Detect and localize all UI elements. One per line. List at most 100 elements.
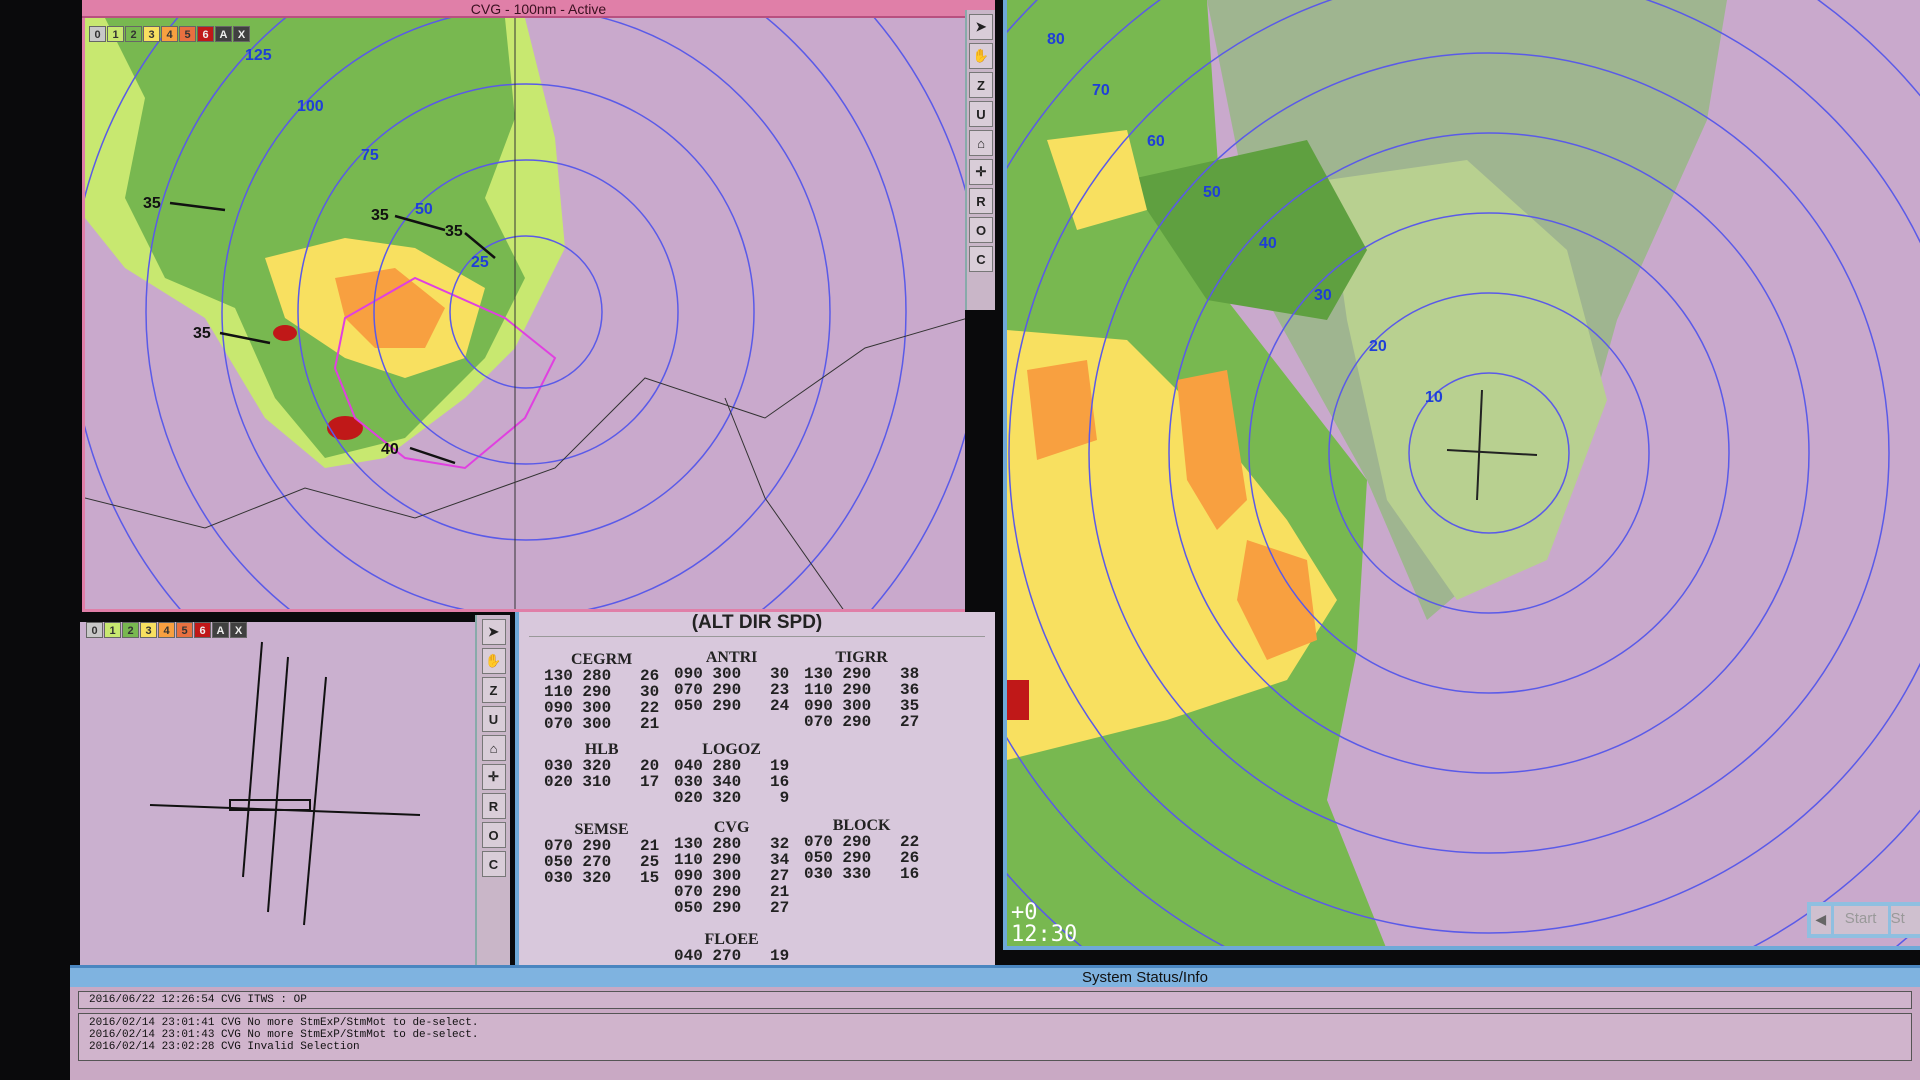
wind-row: 090 300 22: [544, 699, 660, 717]
level-1-button[interactable]: 1: [107, 26, 124, 42]
home-icon-button[interactable]: ⌂: [481, 735, 506, 761]
main-radar-map[interactable]: 125 100 75 50 25 35 35 35 35 40 0123456A…: [82, 18, 965, 612]
ring-label: 50: [1203, 184, 1221, 201]
level-A-button[interactable]: A: [215, 26, 232, 42]
level-5-button[interactable]: 5: [179, 26, 196, 42]
wind-group-logoz: LOGOZ 040 280 19 030 340 16 020 320 9: [674, 741, 790, 807]
storm-speed-label: 35: [193, 325, 211, 342]
main-radar-svg: 125 100 75 50 25 35 35 35 35 40: [85, 18, 965, 609]
crosshair-icon: ✛: [488, 769, 499, 784]
wind-row: 070 290 27: [804, 713, 920, 731]
fix-name: LOGOZ: [702, 741, 761, 758]
crosshair-icon-button[interactable]: ✛: [969, 159, 993, 185]
wind-row: 090 300 35: [804, 697, 920, 715]
ring-label: 25: [471, 254, 489, 271]
tool-c-button[interactable]: C: [481, 851, 506, 877]
wind-row: 020 310 17: [544, 773, 660, 791]
pointer-icon-button[interactable]: ➤: [481, 619, 506, 645]
wind-group-tigrr: TIGRR 130 290 38 110 290 36 090 300 35 070 2…: [804, 649, 920, 731]
level-3-button[interactable]: 3: [143, 26, 160, 42]
level-X-button[interactable]: X: [233, 26, 250, 42]
tool-u-button[interactable]: U: [969, 101, 993, 127]
wind-row: 030 340 16: [674, 773, 790, 791]
fix-name: FLOEE: [704, 931, 759, 948]
ring-label: 70: [1092, 82, 1110, 99]
ring-label: 75: [361, 147, 379, 164]
tool-o-button[interactable]: O: [969, 217, 993, 243]
loop-time: 12:30: [1011, 922, 1078, 947]
wind-row: 030 320 20: [544, 757, 660, 775]
ring-label: 30: [1314, 287, 1332, 304]
tool-r-button[interactable]: R: [969, 188, 993, 214]
wind-row: 040 270 19: [674, 947, 790, 965]
stop-button[interactable]: St: [1890, 906, 1920, 934]
fix-name: SEMSE: [574, 821, 629, 838]
fix-name: HLB: [584, 741, 619, 758]
current-status: 2016/06/22 12:26:54 CVG ITWS : OP: [89, 994, 307, 1006]
tool-o-button[interactable]: O: [481, 822, 506, 848]
log-entry: 2016/02/14 23:01:43 CVG No more StmExP/S…: [89, 1029, 479, 1041]
small-map[interactable]: 0123456AX: [80, 622, 475, 968]
main-toolbar: ➤ ✋ Z U ⌂ ✛ R O C: [965, 10, 995, 310]
level-2-button[interactable]: 2: [125, 26, 142, 42]
home-icon-button[interactable]: ⌂: [969, 130, 993, 156]
wind-row: 030 330 16: [804, 865, 920, 883]
storm-speed-label: 35: [143, 195, 161, 212]
storm-speed-label: 35: [371, 207, 389, 224]
winds-aloft-table: (ALT DIR SPD) CEGRM 130 280 26 110 290 30 0…: [515, 612, 995, 965]
wind-row: 090 300 30: [674, 665, 790, 683]
right-radar-svg: 80 70 60 50 40 30 20 10: [1007, 0, 1920, 946]
wind-group-antri: ANTRI 090 300 30 070 290 23 050 290 24: [674, 649, 790, 715]
fix-name: CVG: [713, 819, 750, 836]
ring-label: 40: [1259, 235, 1277, 252]
crosshair-icon-button[interactable]: ✛: [481, 764, 506, 790]
wind-row: 040 280 19: [674, 757, 790, 775]
precip-extreme: [1007, 680, 1029, 720]
hand-icon: ✋: [485, 653, 502, 668]
wind-group-hlb: HLB 030 320 20 020 310 17: [544, 741, 660, 791]
crosshair-icon: ✛: [975, 164, 987, 179]
tool-z-button[interactable]: Z: [969, 72, 993, 98]
fix-name: ANTRI: [705, 649, 758, 666]
tool-c-button[interactable]: C: [969, 246, 993, 272]
level-4-button[interactable]: 4: [161, 26, 178, 42]
right-radar-map[interactable]: 80 70 60 50 40 30 20 10 +0 12:30 ◀ Start…: [1003, 0, 1920, 950]
wind-row: 030 320 15: [544, 869, 660, 887]
wind-row: 110 290 30: [544, 683, 660, 701]
ring-label: 50: [415, 201, 433, 218]
wind-group-cvg: CVG 130 280 32 110 290 34 090 300 27 070 290…: [674, 819, 790, 917]
step-back-button[interactable]: ◀: [1811, 906, 1831, 934]
hand-icon: ✋: [972, 48, 990, 63]
wind-row: 070 290 22: [804, 833, 920, 851]
wind-group-cegrm: CEGRM 130 280 26 110 290 30 090 300 22 070 3…: [544, 652, 660, 733]
wind-row: 050 270 25: [544, 853, 660, 871]
home-icon: ⌂: [977, 135, 985, 151]
pointer-icon-button[interactable]: ➤: [969, 14, 993, 40]
ring-label: 20: [1369, 338, 1387, 355]
tool-r-button[interactable]: R: [481, 793, 506, 819]
system-status-panel: System Status/Info 2016/06/22 12:26:54 C…: [70, 965, 1920, 1080]
pointer-icon: ➤: [975, 19, 987, 34]
tool-u-button[interactable]: U: [481, 706, 506, 732]
start-button[interactable]: Start: [1833, 906, 1888, 934]
wind-row: 070 290 21: [674, 883, 790, 901]
wind-row: 090 300 27: [674, 867, 790, 885]
fix-name: TIGRR: [835, 649, 888, 666]
wind-group-block: BLOCK 070 290 22 050 290 26 030 330 16: [804, 818, 920, 883]
level-6-button[interactable]: 6: [197, 26, 214, 42]
hand-icon-button[interactable]: ✋: [969, 43, 993, 69]
wind-table-title: (ALT DIR SPD): [529, 612, 985, 637]
log-entry: 2016/02/14 23:02:28 CVG Invalid Selectio…: [89, 1041, 360, 1053]
status-title: System Status/Info: [70, 965, 1920, 987]
wind-row: 130 280 26: [544, 667, 660, 685]
time-offset: +0: [1011, 900, 1038, 925]
small-toolbar: ➤ ✋ Z U ⌂ ✛ R O C: [475, 615, 510, 968]
ring-label: 100: [297, 98, 324, 115]
wind-row: 050 290 24: [674, 697, 790, 715]
hand-icon-button[interactable]: ✋: [481, 648, 506, 674]
wind-row: 110 290 36: [804, 681, 920, 699]
wind-row: 070 290 23: [674, 681, 790, 699]
wind-group-floee: FLOEE 040 270 19: [674, 931, 790, 965]
level-0-button[interactable]: 0: [89, 26, 106, 42]
tool-z-button[interactable]: Z: [481, 677, 506, 703]
